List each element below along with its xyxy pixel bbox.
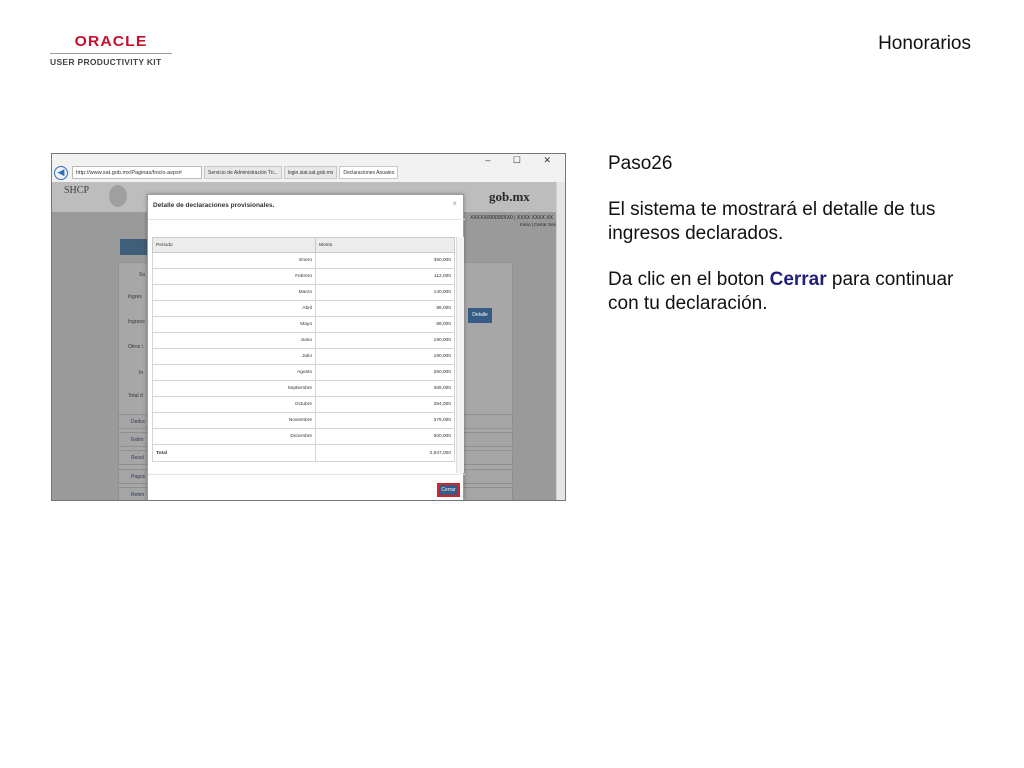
side-label: In <box>139 370 144 376</box>
table-row: Octubre 284,000 <box>152 396 455 413</box>
page-scrollbar[interactable] <box>556 182 565 500</box>
cell-periodo: Septiembre <box>152 380 316 397</box>
cell-periodo: Abril <box>152 300 316 317</box>
modal-divider <box>148 219 465 220</box>
table-row: Agosto 250,000 <box>152 364 455 381</box>
step-number: Paso26 <box>608 153 673 174</box>
column-header-monto: Monto <box>315 237 455 253</box>
cell-periodo: Noviembre <box>152 412 316 429</box>
browser-tab[interactable]: login.siat.sat.gob.mx <box>283 166 338 179</box>
table-row: Mayo 86,000 <box>152 316 455 333</box>
side-label: Ingreso <box>128 319 145 325</box>
table-row: Febrero 112,000 <box>152 268 455 285</box>
cell-monto: 250,000 <box>315 364 455 381</box>
table-scrollbar[interactable] <box>456 237 464 473</box>
cell-periodo: Junio <box>152 332 316 349</box>
modal-title: Detalle de declaraciones provisionales. <box>153 202 275 209</box>
declarations-table-wrapper: Periodo Monto Enero 350,000 Febrero 112,000… <box>152 237 464 473</box>
shcp-logo: SHCP <box>64 185 90 196</box>
cell-monto: 365,000 <box>315 380 455 397</box>
cerrar-button[interactable]: Cerrar <box>437 483 460 497</box>
cell-monto: 500,000 <box>315 428 455 445</box>
cell-periodo: Marzo <box>152 284 316 301</box>
oracle-logo-word: ORACLE <box>74 33 148 50</box>
total-value: 2,647,000 <box>315 444 455 462</box>
logo-divider <box>50 53 172 54</box>
cell-monto: 140,000 <box>315 284 455 301</box>
rfc-text: XXXXX000000XX0 | XXXX XXXX XX <box>470 215 554 221</box>
side-label: Total d <box>128 393 143 399</box>
instruction-prefix: Da clic en el boton <box>608 269 770 290</box>
cell-monto: 350,000 <box>315 252 455 269</box>
page-title: Honorarios <box>878 33 971 54</box>
address-bar[interactable]: http://www.sat.gob.mx/Paginas/Inicio.asp… <box>72 166 202 179</box>
modal-footer-divider <box>148 474 465 475</box>
cell-periodo: Febrero <box>152 268 316 285</box>
instruction-command: Cerrar <box>769 269 827 290</box>
detalle-button[interactable]: Detalle <box>468 308 492 323</box>
table-row: Junio 190,000 <box>152 332 455 349</box>
oracle-logo: ORACLE USER PRODUCTIVITY KIT <box>50 33 180 67</box>
instructions-panel: Paso26 El sistema te mostrará el detalle… <box>608 152 978 316</box>
declarations-table: Periodo Monto Enero 350,000 Febrero 112,000… <box>152 237 455 462</box>
table-row: Marzo 140,000 <box>152 284 455 301</box>
table-body: Enero 350,000 Febrero 112,000 Marzo 140,000 Ab… <box>152 252 455 462</box>
back-arrow-icon[interactable]: ◀ <box>54 165 68 180</box>
table-row: Julio 180,000 <box>152 348 455 365</box>
table-row: Septiembre 365,000 <box>152 380 455 397</box>
oracle-logo-subtitle: USER PRODUCTIVITY KIT <box>50 57 162 67</box>
browser-tab-active[interactable]: Declaraciones Anuales <box>339 166 399 179</box>
table-header-row: Periodo Monto <box>152 237 455 253</box>
total-label: Total <box>152 444 316 462</box>
browser-tab[interactable]: Servicio de Administración Tri... <box>204 166 282 179</box>
browser-chrome: – ☐ ✕ ◀ http://www.sat.gob.mx/Paginas/In… <box>52 154 565 182</box>
cell-monto: 180,000 <box>315 348 455 365</box>
close-icon[interactable]: × <box>452 199 457 208</box>
side-label: Ingres <box>128 294 142 300</box>
browser-navbar: ◀ http://www.sat.gob.mx/Paginas/Inicio.a… <box>52 164 565 181</box>
cell-periodo: Agosto <box>152 364 316 381</box>
instruction-action: Da clic en el boton Cerrar para continua… <box>608 268 978 316</box>
instruction-text: El sistema te mostrará el detalle de tus… <box>608 199 936 244</box>
step-screenshot: – ☐ ✕ ◀ http://www.sat.gob.mx/Paginas/In… <box>51 153 566 501</box>
cell-monto: 112,000 <box>315 268 455 285</box>
seal-icon <box>109 185 127 207</box>
cell-monto: 375,000 <box>315 412 455 429</box>
table-row: Diciembre 500,000 <box>152 428 455 445</box>
column-header-periodo: Periodo <box>152 237 316 253</box>
table-row: Noviembre 375,000 <box>152 412 455 429</box>
cell-monto: 190,000 <box>315 332 455 349</box>
cell-monto: 95,000 <box>315 300 455 317</box>
side-label: So <box>139 272 146 278</box>
side-label: Otros i <box>128 344 143 350</box>
cell-periodo: Octubre <box>152 396 316 413</box>
detail-modal: Detalle de declaraciones provisionales. … <box>147 194 465 500</box>
cell-periodo: Enero <box>152 252 316 269</box>
cell-monto: 86,000 <box>315 316 455 333</box>
cell-periodo: Mayo <box>152 316 316 333</box>
cell-periodo: Diciembre <box>152 428 316 445</box>
table-row: Abril 95,000 <box>152 300 455 317</box>
table-total-row: Total 2,647,000 <box>152 444 455 462</box>
site-nav-bar <box>120 239 150 255</box>
gobmx-logo: gob.mx <box>489 189 530 204</box>
cell-monto: 284,000 <box>315 396 455 413</box>
cell-periodo: Julio <box>152 348 316 365</box>
slide-page: ORACLE USER PRODUCTIVITY KIT Honorarios … <box>0 0 1024 768</box>
table-row: Enero 350,000 <box>152 252 455 269</box>
